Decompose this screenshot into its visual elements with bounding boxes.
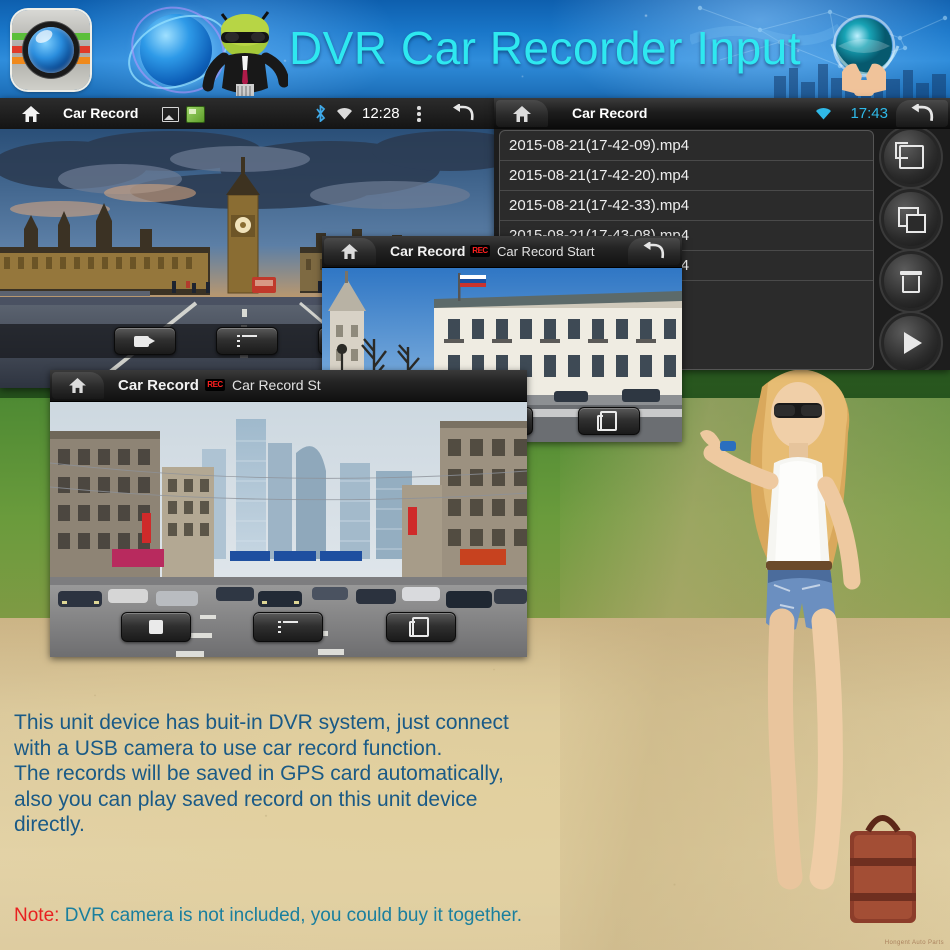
hands-globe-icon xyxy=(830,14,900,96)
left-file-list-button[interactable] xyxy=(216,327,278,355)
corner-watermark: Hongent Auto Parts xyxy=(884,940,944,946)
file-list-item[interactable]: 2015-08-21(17-42-09).mp4 xyxy=(500,131,873,161)
device-screen-icon xyxy=(597,411,618,431)
left-panel-title: Car Record xyxy=(63,105,139,121)
right-panel-actions xyxy=(880,130,944,370)
page-title: DVR Car Recorder Input xyxy=(288,22,802,74)
bl-record-status: Car Record St xyxy=(232,377,321,393)
bl-title-bar: Car Record REC Car Record St xyxy=(50,370,527,402)
header-banner: DVR Car Recorder Input xyxy=(0,0,950,98)
rec-badge: REC xyxy=(470,245,490,257)
camera-app-icon xyxy=(12,10,90,90)
left-record-button[interactable] xyxy=(114,327,176,355)
left-status-bar: Car Record 12:28 xyxy=(0,98,494,129)
bl-fullscreen-button[interactable] xyxy=(385,612,456,642)
bl-stop-button[interactable] xyxy=(121,612,192,642)
back-arrow-icon[interactable] xyxy=(452,104,474,123)
mid-fullscreen-button[interactable] xyxy=(577,407,640,435)
device-screen-icon xyxy=(409,617,430,637)
description-line-3: The records will be saved in GPS card au… xyxy=(14,762,504,785)
bl-panel-button-row xyxy=(50,610,527,644)
description-line-1: This unit device has buit-in DVR system,… xyxy=(14,711,509,734)
description-line-4: also you can play saved record on this u… xyxy=(14,787,478,811)
bluetooth-icon xyxy=(316,105,326,122)
mid-back-button[interactable] xyxy=(628,238,680,265)
note-text: Note: DVR camera is not included, you co… xyxy=(14,905,614,927)
right-back-button[interactable] xyxy=(896,100,948,127)
description-text: This unit device has buit-in DVR system,… xyxy=(14,710,604,838)
rec-badge: REC xyxy=(205,379,225,391)
page-root: DVR Car Recorder Input Car Record 12:28 … xyxy=(0,0,950,950)
home-icon[interactable] xyxy=(22,106,40,122)
select-check-icon xyxy=(894,142,924,169)
copy-icon xyxy=(898,206,926,233)
android-mascot-icon xyxy=(202,11,288,96)
right-title-bar: Car Record 17:43 xyxy=(494,98,950,129)
green-app-icon[interactable] xyxy=(186,106,205,123)
photo-model-figure xyxy=(700,369,916,923)
mid-record-status: Car Record Start xyxy=(497,244,595,259)
mid-home-button[interactable] xyxy=(324,238,376,265)
video-camera-icon xyxy=(134,335,156,348)
copy-button[interactable] xyxy=(884,192,938,246)
list-icon xyxy=(278,620,299,634)
wifi-icon xyxy=(816,108,831,120)
home-icon xyxy=(341,244,358,259)
back-arrow-icon xyxy=(911,104,934,122)
right-clock: 17:43 xyxy=(850,105,888,122)
play-button[interactable] xyxy=(884,316,938,370)
right-home-button[interactable] xyxy=(496,100,548,127)
back-arrow-icon xyxy=(643,242,665,259)
trash-icon xyxy=(900,271,922,293)
image-icon[interactable] xyxy=(162,107,179,122)
description-line-5: directly. xyxy=(14,813,85,836)
wifi-icon xyxy=(337,108,352,120)
right-panel-title: Car Record xyxy=(572,105,648,121)
bl-file-list-button[interactable] xyxy=(253,612,324,642)
note-body: DVR camera is not included, you could bu… xyxy=(59,905,523,926)
delete-button[interactable] xyxy=(884,254,938,308)
note-label: Note: xyxy=(14,905,60,926)
bottom-left-device-panel: Car Record REC Car Record St xyxy=(50,370,527,657)
stop-icon xyxy=(149,620,164,634)
bl-panel-title: Car Record xyxy=(118,377,199,394)
mid-panel-title: Car Record xyxy=(390,243,466,259)
home-icon xyxy=(513,106,531,122)
list-icon xyxy=(237,334,257,348)
left-clock: 12:28 xyxy=(362,105,400,122)
description-line-2: with a USB camera to use car record func… xyxy=(14,736,443,760)
more-vertical-icon[interactable] xyxy=(417,106,421,122)
file-list-item[interactable]: 2015-08-21(17-42-20).mp4 xyxy=(500,161,873,191)
mid-title-bar: Car Record REC Car Record Start xyxy=(322,236,682,268)
file-list-item[interactable]: 2015-08-21(17-42-33).mp4 xyxy=(500,191,873,221)
play-icon xyxy=(904,332,922,354)
home-icon xyxy=(69,378,86,393)
bl-home-button[interactable] xyxy=(52,372,104,399)
select-edit-button[interactable] xyxy=(884,130,938,184)
